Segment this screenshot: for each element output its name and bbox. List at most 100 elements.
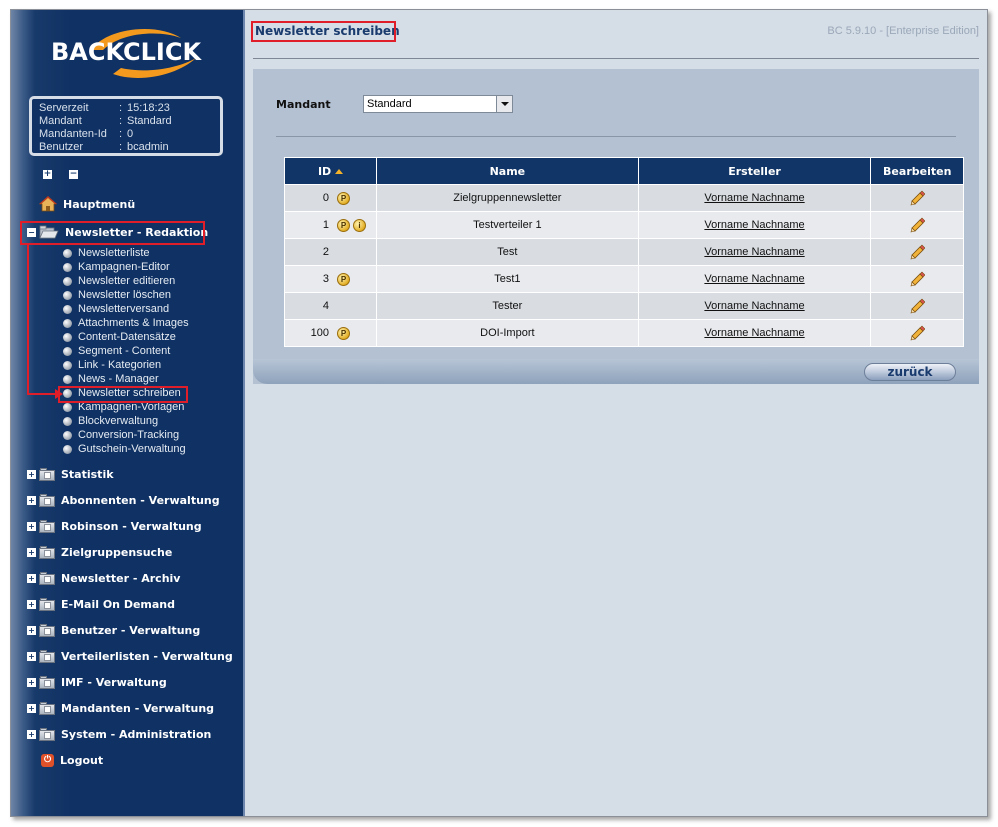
column-name[interactable]: Name xyxy=(376,157,639,185)
creator-link[interactable]: Vorname Nachname xyxy=(704,300,804,312)
sub-menu-item[interactable]: Blockverwaltung xyxy=(63,414,158,428)
nav-section-label: Verteilerlisten - Verwaltung xyxy=(61,649,233,663)
table-row: 0 P Zielgruppennewsletter Vorname Nachname xyxy=(283,184,964,212)
sub-menu-item[interactable]: Segment - Content xyxy=(63,344,170,358)
cell-creator: Vorname Nachname xyxy=(637,238,872,266)
sub-menu-item-label: Newsletterversand xyxy=(78,303,170,315)
sub-menu-item-label: Newsletterliste xyxy=(78,247,150,259)
cell-edit[interactable] xyxy=(870,265,964,293)
cell-name: Zielgruppennewsletter xyxy=(376,184,639,212)
nav-section[interactable]: + Verteilerlisten - Verwaltung xyxy=(27,646,233,666)
cell-creator: Vorname Nachname xyxy=(637,319,872,347)
sub-menu-item[interactable]: Newsletter editieren xyxy=(63,274,175,288)
expand-section-icon: + xyxy=(27,495,36,505)
cell-creator: Vorname Nachname xyxy=(637,211,872,239)
bullet-icon xyxy=(63,444,72,454)
cell-edit[interactable] xyxy=(870,211,964,239)
cell-edit[interactable] xyxy=(870,184,964,212)
cell-edit[interactable] xyxy=(870,319,964,347)
sub-menu-item-label: Conversion-Tracking xyxy=(78,429,180,441)
back-button[interactable]: zurück xyxy=(864,363,956,381)
nav-section[interactable]: + Statistik xyxy=(27,464,114,484)
nav-section[interactable]: + Benutzer - Verwaltung xyxy=(27,620,200,640)
highlight-box-section xyxy=(20,221,205,245)
nav-section[interactable]: + Mandanten - Verwaltung xyxy=(27,698,214,718)
info-badge-icon: i xyxy=(353,218,366,232)
sub-menu-item[interactable]: Newsletter löschen xyxy=(63,288,171,302)
expand-all-button[interactable]: + xyxy=(43,170,52,179)
info-colon: : xyxy=(119,141,123,153)
column-edit: Bearbeiten xyxy=(870,157,964,185)
folder-icon xyxy=(39,493,55,507)
home-icon xyxy=(39,196,57,212)
nav-section[interactable]: + Newsletter - Archiv xyxy=(27,568,180,588)
info-key: Serverzeit xyxy=(39,102,89,114)
nav-logout[interactable]: ⏻ Logout xyxy=(41,750,103,770)
panel-divider xyxy=(276,136,956,137)
nav-home[interactable]: Hauptmenü xyxy=(39,194,135,214)
sub-menu-item-label: Content-Datensätze xyxy=(78,331,176,343)
main-content: Newsletter schreiben BC 5.9.10 - [Enterp… xyxy=(245,10,987,816)
row-id: 1 xyxy=(322,218,329,231)
expand-section-icon: + xyxy=(27,573,36,583)
nav-section[interactable]: + System - Administration xyxy=(27,724,211,744)
sub-menu-item[interactable]: Gutschein-Verwaltung xyxy=(63,442,186,456)
table-row: 100 P DOI-Import Vorname Nachname xyxy=(283,319,964,347)
table-row: 3 P Test1 Vorname Nachname xyxy=(283,265,964,293)
cell-id: 0P xyxy=(283,184,378,212)
nav-section[interactable]: + E-Mail On Demand xyxy=(27,594,175,614)
info-value: 15:18:23 xyxy=(127,102,170,114)
mandant-select[interactable]: Standard xyxy=(363,95,513,113)
highlight-box-sub-item xyxy=(58,386,188,403)
nav-section-label: E-Mail On Demand xyxy=(61,597,176,611)
sub-menu-item[interactable]: Newsletterversand xyxy=(63,302,169,316)
info-value: Standard xyxy=(127,115,172,127)
nav-section-label: System - Administration xyxy=(61,727,212,741)
expand-section-icon: + xyxy=(27,547,36,557)
table-body: 0 P Zielgruppennewsletter Vorname Nachname 1… xyxy=(283,184,964,347)
divider xyxy=(253,58,979,59)
folder-icon xyxy=(39,467,55,481)
column-creator[interactable]: Ersteller xyxy=(637,157,872,185)
folder-icon xyxy=(39,545,55,559)
info-row: Mandant: Standard xyxy=(39,115,220,128)
creator-link[interactable]: Vorname Nachname xyxy=(704,219,804,231)
creator-link[interactable]: Vorname Nachname xyxy=(704,192,804,204)
sub-menu-item[interactable]: Attachments & Images xyxy=(63,316,189,330)
nav-section[interactable]: + Zielgruppensuche xyxy=(27,542,172,562)
column-id[interactable]: ID xyxy=(283,157,378,185)
p-badge-icon: P xyxy=(337,218,350,232)
nav-section[interactable]: + IMF - Verwaltung xyxy=(27,672,167,692)
sub-menu-item-label: Newsletter editieren xyxy=(78,275,176,287)
cell-edit[interactable] xyxy=(870,292,964,320)
creator-link[interactable]: Vorname Nachname xyxy=(704,246,804,258)
expand-all-icon: + xyxy=(43,169,52,179)
bullet-icon xyxy=(63,360,72,370)
sub-menu-item[interactable]: Newsletterliste xyxy=(63,246,150,260)
sub-menu-item[interactable]: Link - Kategorien xyxy=(63,358,161,372)
logout-icon: ⏻ xyxy=(41,753,54,767)
nav-section[interactable]: + Robinson - Verwaltung xyxy=(27,516,202,536)
nav-section[interactable]: + Abonnenten - Verwaltung xyxy=(27,490,220,510)
expand-section-icon: + xyxy=(27,469,36,479)
sub-menu-item[interactable]: Conversion-Tracking xyxy=(63,428,179,442)
sidebar: BACKCLICK Serverzeit:15:18:23 Mandant: Sta… xyxy=(11,10,245,816)
pencil-icon xyxy=(910,325,926,341)
cell-edit[interactable] xyxy=(870,238,964,266)
pencil-icon xyxy=(910,271,926,287)
info-row: Mandanten-Id:0 xyxy=(39,128,220,141)
collapse-all-button[interactable]: − xyxy=(69,170,78,179)
pencil-icon xyxy=(910,190,926,206)
info-row: Serverzeit:15:18:23 xyxy=(39,102,220,115)
sub-menu-item[interactable]: Content-Datensätze xyxy=(63,330,176,344)
creator-link[interactable]: Vorname Nachname xyxy=(704,273,804,285)
creator-link[interactable]: Vorname Nachname xyxy=(704,327,804,339)
p-badge-icon: P xyxy=(337,326,350,340)
dropdown-arrow-icon[interactable] xyxy=(496,96,512,112)
expand-section-icon: + xyxy=(27,677,36,687)
sub-menu-item[interactable]: Kampagnen-Editor xyxy=(63,260,170,274)
expand-section-icon: + xyxy=(27,703,36,713)
expand-section-icon: + xyxy=(27,599,36,609)
sub-menu-item-label: Link - Kategorien xyxy=(78,359,162,371)
sub-menu-item[interactable]: News - Manager xyxy=(63,372,159,386)
